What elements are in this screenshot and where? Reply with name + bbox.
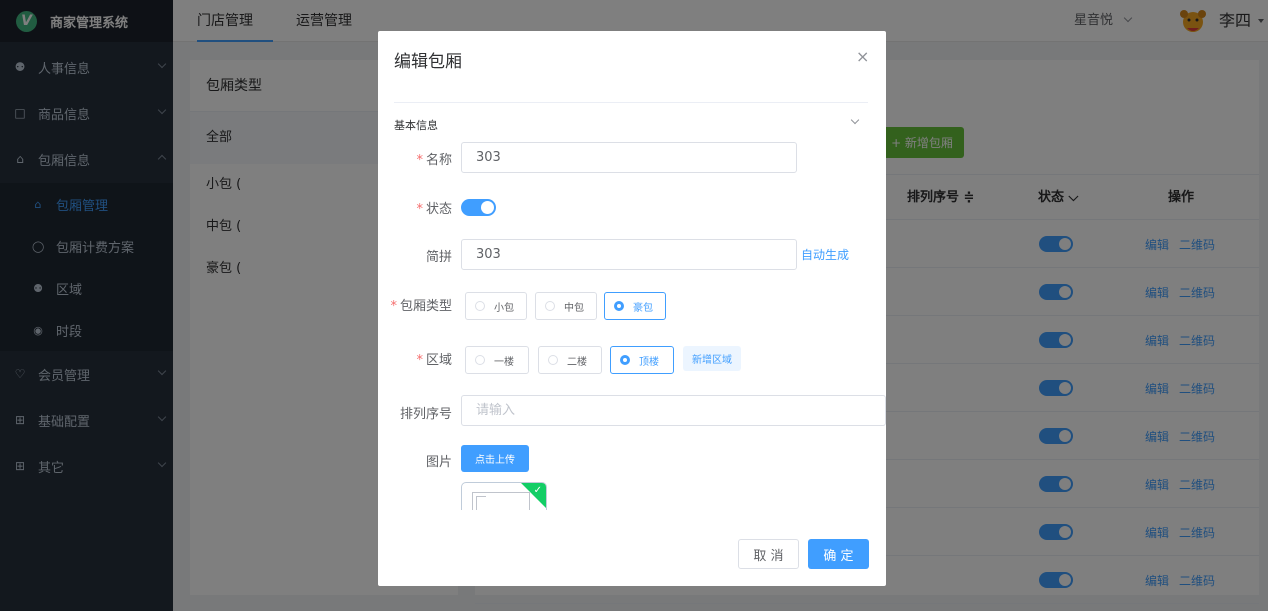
- radio-top-floor[interactable]: 顶楼: [610, 346, 674, 374]
- chevron-down-icon[interactable]: [850, 115, 860, 125]
- close-icon[interactable]: ×: [856, 47, 869, 66]
- radio-dot: [475, 355, 485, 365]
- status-toggle[interactable]: [461, 199, 496, 216]
- radio-dot: [614, 301, 624, 311]
- image-placeholder-frame: [476, 496, 486, 510]
- sort-input[interactable]: 请输入: [461, 395, 886, 426]
- pinyin-input[interactable]: 303: [461, 239, 797, 270]
- radio-floor-1[interactable]: 一楼: [465, 346, 529, 374]
- divider: [394, 102, 868, 103]
- radio-dot: [475, 301, 485, 311]
- check-icon: ✓: [533, 485, 542, 496]
- image-label: 图片: [425, 455, 452, 470]
- radio-medium[interactable]: 中包: [535, 292, 597, 320]
- name-label: * 名称: [416, 153, 452, 168]
- status-label: * 状态: [416, 202, 452, 217]
- pinyin-label: 简拼: [425, 250, 452, 265]
- section-title[interactable]: 基本信息: [394, 117, 438, 133]
- auto-generate-link[interactable]: 自动生成: [801, 246, 849, 263]
- radio-dot: [620, 355, 630, 365]
- radio-dot: [545, 301, 555, 311]
- cancel-button[interactable]: 取 消: [738, 539, 799, 569]
- add-area-button[interactable]: 新增区域: [683, 346, 741, 371]
- upload-button[interactable]: 点击上传: [461, 445, 529, 472]
- uploaded-image-thumbnail[interactable]: ✓: [461, 482, 547, 510]
- confirm-button[interactable]: 确 定: [808, 539, 869, 569]
- name-input[interactable]: 303: [461, 142, 797, 173]
- room-type-label: * 包厢类型: [390, 299, 452, 314]
- sort-label: 排列序号: [399, 407, 452, 422]
- radio-floor-2[interactable]: 二楼: [538, 346, 602, 374]
- radio-small[interactable]: 小包: [465, 292, 527, 320]
- dialog-title: 编辑包厢: [394, 52, 462, 72]
- area-label: * 区域: [416, 353, 452, 368]
- radio-dot: [548, 355, 558, 365]
- edit-room-dialog: 编辑包厢 × 基本信息 * 名称 303 * 状态 简拼 303 自动生成 * 包厢类…: [378, 31, 886, 586]
- radio-luxury[interactable]: 豪包: [604, 292, 666, 320]
